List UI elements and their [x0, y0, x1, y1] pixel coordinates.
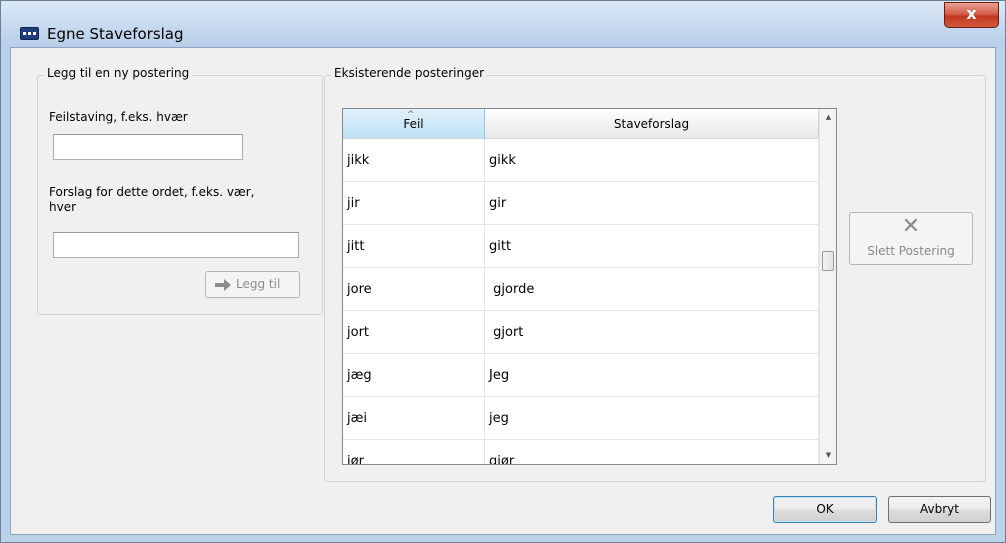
add-button-label: Legg til	[236, 277, 281, 291]
title-bar[interactable]: Egne Staveforslag	[1, 1, 1005, 47]
add-entry-legend: Legg til en ny postering	[44, 66, 193, 80]
cell-feil[interactable]: jitt	[343, 225, 485, 268]
window-title: Egne Staveforslag	[47, 25, 184, 43]
cell-staveforslag[interactable]: gikk	[485, 139, 819, 182]
suggestion-input[interactable]	[53, 232, 299, 258]
cell-feil[interactable]: jort	[343, 311, 485, 354]
suggestion-label-line2: hver	[49, 200, 77, 214]
delete-entry-button[interactable]: ✕ Slett Postering	[849, 212, 973, 265]
ok-button[interactable]: OK	[773, 496, 877, 523]
column-header-staveforslag[interactable]: Staveforslag	[485, 109, 819, 139]
cell-feil[interactable]: jikk	[343, 139, 485, 182]
dialog-client: Legg til en ny postering Feilstaving, f.…	[10, 47, 996, 535]
cell-feil[interactable]: jir	[343, 182, 485, 225]
close-button[interactable]: x	[944, 2, 999, 28]
cell-staveforslag[interactable]: gitt	[485, 225, 819, 268]
delete-entry-label: Slett Postering	[867, 244, 955, 258]
column-header-feil[interactable]: ^ Feil	[343, 109, 485, 139]
scroll-down-icon[interactable]: ▼	[820, 447, 836, 464]
cancel-button[interactable]: Avbryt	[888, 496, 991, 523]
arrow-right-icon	[215, 279, 231, 291]
dialog-window: Egne Staveforslag x Legg til en ny poste…	[0, 0, 1006, 543]
entries-grid[interactable]: ^ Feil Staveforslag jikk gikk jir gir ji…	[342, 108, 837, 465]
existing-entries-legend: Eksisterende posteringer	[331, 66, 488, 80]
vertical-scrollbar[interactable]: ▲ ▼	[819, 109, 836, 464]
misspelling-label: Feilstaving, f.eks. hvær	[49, 110, 188, 124]
x-icon: ✕	[901, 214, 921, 239]
cell-feil[interactable]: jør	[343, 440, 485, 464]
misspelling-input[interactable]	[53, 134, 243, 160]
suggestion-label: Forslag for dette ordet, f.eks. vær, hve…	[49, 185, 254, 215]
app-icon	[20, 27, 39, 40]
cell-feil[interactable]: jæg	[343, 354, 485, 397]
cell-feil[interactable]: jæi	[343, 397, 485, 440]
cell-staveforslag[interactable]: gjør	[485, 440, 819, 464]
scroll-up-icon[interactable]: ▲	[820, 109, 836, 126]
cell-staveforslag[interactable]: jeg	[485, 397, 819, 440]
column-header-staveforslag-label: Staveforslag	[613, 117, 690, 131]
cell-staveforslag[interactable]: gjorde	[485, 268, 819, 311]
cell-staveforslag[interactable]: Jeg	[485, 354, 819, 397]
scrollbar-thumb[interactable]	[822, 251, 834, 271]
close-icon: x	[966, 4, 977, 23]
cell-staveforslag[interactable]: gjort	[485, 311, 819, 354]
suggestion-label-line1: Forslag for dette ordet, f.eks. vær,	[49, 185, 255, 199]
sort-ascending-icon: ^	[407, 110, 415, 120]
cell-feil[interactable]: jore	[343, 268, 485, 311]
add-button[interactable]: Legg til	[205, 271, 300, 298]
cell-staveforslag[interactable]: gir	[485, 182, 819, 225]
